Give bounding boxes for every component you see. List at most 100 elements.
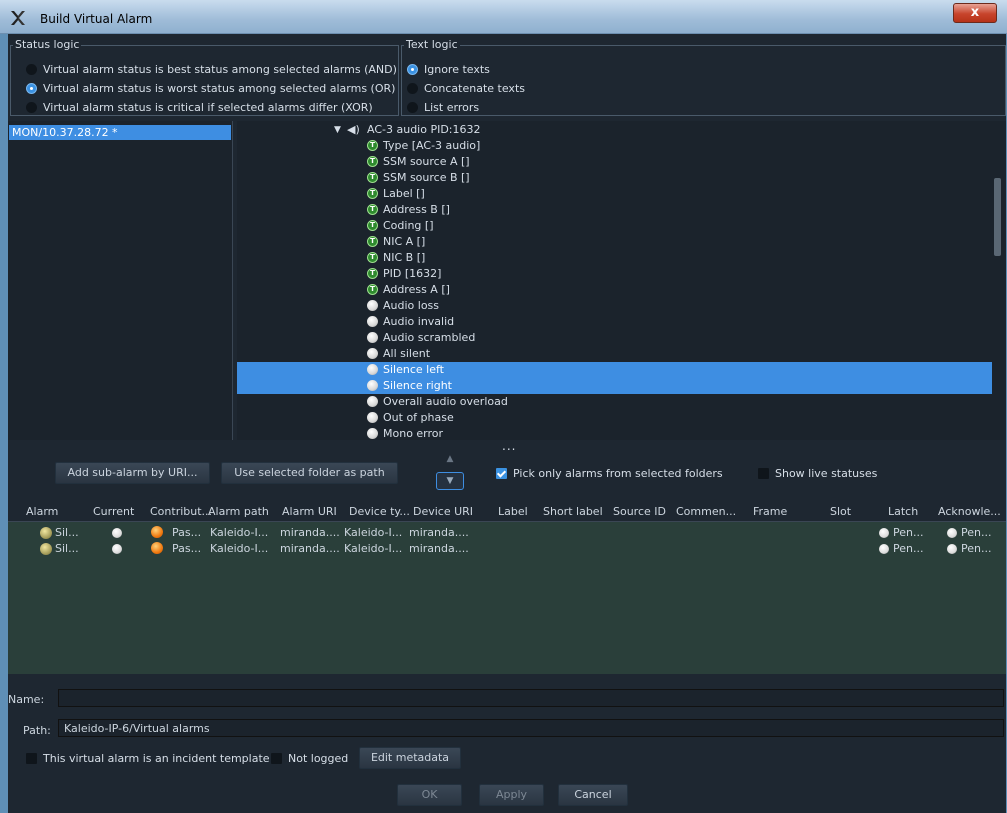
pick-only-checkbox[interactable]: Pick only alarms from selected folders xyxy=(496,465,723,481)
device-uri-cell: miranda.... xyxy=(409,526,469,539)
edit-metadata-button[interactable]: Edit metadata xyxy=(359,747,461,769)
text-alarm-icon: T xyxy=(367,284,378,295)
tree-item[interactable]: T NIC A [] xyxy=(237,234,992,250)
table-row[interactable]: Sil... Pas... Kaleido-I... miranda.... Kalei… xyxy=(8,541,1006,557)
tree-item[interactable]: T Address A [] xyxy=(237,282,992,298)
checkbox-icon xyxy=(758,467,769,479)
incident-template-checkbox[interactable]: This virtual alarm is an incident templa… xyxy=(26,750,270,766)
tree-root-label: AC-3 audio PID:1632 xyxy=(367,123,481,136)
tree-item[interactable]: T Coding [] xyxy=(237,218,992,234)
cancel-button[interactable]: Cancel xyxy=(558,784,628,806)
tree-item-label: All silent xyxy=(383,347,431,360)
acknowledge-cell: Pen... xyxy=(961,526,992,539)
speaker-icon: ◀) xyxy=(347,123,360,136)
pick-only-label: Pick only alarms from selected folders xyxy=(513,466,723,480)
tree-item[interactable]: T Address B [] xyxy=(237,202,992,218)
status-logic-and-option[interactable]: Virtual alarm status is best status amon… xyxy=(26,61,397,77)
tree-item[interactable]: T Label [] xyxy=(237,186,992,202)
alarm-uri-cell: miranda.... xyxy=(280,542,340,555)
radio-icon xyxy=(26,101,37,113)
column-header[interactable]: Device ty... xyxy=(349,505,410,518)
text-alarm-icon: T xyxy=(367,236,378,247)
tree-root-node[interactable]: ▼ ◀) AC-3 audio PID:1632 xyxy=(237,122,992,138)
tree-item[interactable]: Silence right xyxy=(237,378,992,394)
radio-icon xyxy=(407,82,418,94)
column-header[interactable]: Alarm URI xyxy=(282,505,337,518)
device-type-cell: Kaleido-I... xyxy=(344,526,403,539)
tree-scrollbar[interactable] xyxy=(994,178,1001,256)
column-header[interactable]: Frame xyxy=(753,505,787,518)
tree-item[interactable]: Audio invalid xyxy=(237,314,992,330)
folder-list-item-selected[interactable]: MON/10.37.28.72 * xyxy=(9,125,231,140)
text-logic-concatenate-option[interactable]: Concatenate texts xyxy=(407,80,525,96)
add-sub-alarm-button[interactable]: Add sub-alarm by URI... xyxy=(55,462,210,484)
use-selected-folder-button[interactable]: Use selected folder as path xyxy=(221,462,398,484)
table-row[interactable]: Sil... Pas... Kaleido-I... miranda.... Kalei… xyxy=(8,525,1006,541)
tree-item[interactable]: All silent xyxy=(237,346,992,362)
text-logic-legend: Text logic xyxy=(404,38,460,51)
option-label: List errors xyxy=(424,100,480,114)
apply-button[interactable]: Apply xyxy=(479,784,544,806)
status-logic-xor-option[interactable]: Virtual alarm status is critical if sele… xyxy=(26,99,373,115)
option-label: Virtual alarm status is worst status amo… xyxy=(43,81,396,95)
tree-item[interactable]: T PID [1632] xyxy=(237,266,992,282)
window-title: Build Virtual Alarm xyxy=(40,12,153,26)
column-header[interactable]: Label xyxy=(498,505,528,518)
ok-button[interactable]: OK xyxy=(397,784,462,806)
title-bar: Build Virtual Alarm x xyxy=(0,0,1007,34)
ack-status-icon xyxy=(947,544,957,554)
tree-item[interactable]: Overall audio overload xyxy=(237,394,992,410)
tree-item[interactable]: T NIC B [] xyxy=(237,250,992,266)
tree-item[interactable]: Audio scrambled xyxy=(237,330,992,346)
tree-item[interactable]: Out of phase xyxy=(237,410,992,426)
tree-item[interactable]: Mono error xyxy=(237,426,992,442)
column-header[interactable]: Alarm path xyxy=(208,505,269,518)
expand-arrow-icon[interactable]: ▼ xyxy=(334,122,341,138)
not-logged-checkbox[interactable]: Not logged xyxy=(271,750,348,766)
path-input[interactable]: Kaleido-IP-6/Virtual alarms xyxy=(58,719,1004,737)
tree-item[interactable]: T Type [AC-3 audio] xyxy=(237,138,992,154)
text-alarm-icon: T xyxy=(367,204,378,215)
column-header[interactable]: Latch xyxy=(888,505,918,518)
tree-item[interactable]: Audio loss xyxy=(237,298,992,314)
ack-status-icon xyxy=(947,528,957,538)
column-header[interactable]: Slot xyxy=(830,505,851,518)
column-header[interactable]: Commen... xyxy=(676,505,736,518)
text-logic-ignore-option[interactable]: Ignore texts xyxy=(407,61,490,77)
close-button[interactable]: x xyxy=(953,3,997,23)
tree-item[interactable]: Silence left xyxy=(237,362,992,378)
contribution-status-icon xyxy=(151,526,163,538)
column-header[interactable]: Source ID xyxy=(613,505,666,518)
alarm-path-cell: Kaleido-I... xyxy=(210,526,269,539)
tree-item[interactable]: T SSM source A [] xyxy=(237,154,992,170)
show-live-label: Show live statuses xyxy=(775,466,878,480)
column-header[interactable]: Short label xyxy=(543,505,603,518)
alarm-tree[interactable]: ▼ ◀) AC-3 audio PID:1632 T Type [AC-3 aud… xyxy=(237,121,1006,440)
tree-item[interactable]: T SSM source B [] xyxy=(237,170,992,186)
status-ball-icon xyxy=(367,348,378,359)
tree-item-label: SSM source A [] xyxy=(383,155,470,168)
text-alarm-icon: T xyxy=(367,140,378,151)
status-ball-icon xyxy=(367,364,378,375)
column-header[interactable]: Contribut... xyxy=(150,505,212,518)
text-logic-list-errors-option[interactable]: List errors xyxy=(407,99,479,115)
alarm-uri-cell: miranda.... xyxy=(280,526,340,539)
dialog-window: Build Virtual Alarm x Status logic Virtu… xyxy=(0,0,1007,813)
name-input[interactable] xyxy=(58,689,1004,707)
column-header[interactable]: Current xyxy=(93,505,134,518)
virtual-alarm-icon xyxy=(40,543,52,555)
latch-status-icon xyxy=(879,544,889,554)
move-down-icon[interactable]: ▼ xyxy=(436,472,464,490)
move-up-icon[interactable]: ▲ xyxy=(441,454,459,468)
folder-list[interactable]: MON/10.37.28.72 * xyxy=(8,121,233,440)
column-header[interactable]: Device URI xyxy=(413,505,473,518)
column-header[interactable]: Acknowle... xyxy=(938,505,1001,518)
checkbox-icon xyxy=(26,752,37,764)
radio-selected-icon xyxy=(407,63,418,75)
tree-item-label: NIC A [] xyxy=(383,235,426,248)
status-logic-or-option[interactable]: Virtual alarm status is worst status amo… xyxy=(26,80,395,96)
splitter-handle[interactable]: ... xyxy=(502,439,516,453)
column-header[interactable]: Alarm xyxy=(26,505,58,518)
show-live-statuses-checkbox[interactable]: Show live statuses xyxy=(758,465,877,481)
text-alarm-icon: T xyxy=(367,188,378,199)
